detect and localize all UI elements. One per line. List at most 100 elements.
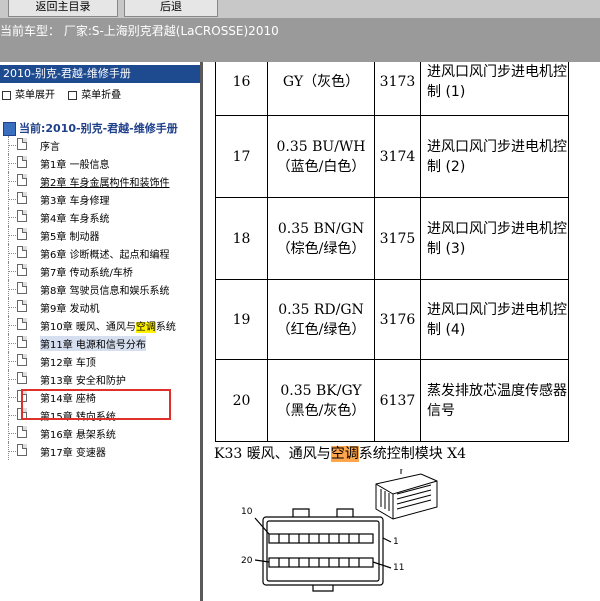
sidebar-tools: 菜单展开 菜单折叠 <box>2 86 131 101</box>
circuit-cell: 6137 <box>374 359 421 442</box>
connector-caption: K33 暖风、通风与空调系统控制模块 X4 <box>214 446 467 462</box>
function-cell: 进风口风门步进电机控制 (3) <box>420 197 569 280</box>
tree-item-ch13[interactable]: 第13章 安全和防护 <box>0 370 200 388</box>
model-bar: 当前车型： 厂家:S-上海别克君越(LaCROSSE)2010 <box>0 18 600 62</box>
tree-item-label: 第7章 传动系统/车桥 <box>40 268 133 279</box>
page-icon <box>17 228 27 240</box>
table-row: 17 0.35 BU/WH（蓝色/白色） 3174 进风口风门步进电机控制 (2… <box>215 115 569 198</box>
tree-root[interactable]: 当前:2010-别克-君越-维修手册 <box>3 120 178 136</box>
pin-label-10: 10 <box>241 507 253 517</box>
pin-row-top <box>268 533 374 544</box>
sidebar-title: 2010-别克-君越-维修手册 <box>0 65 200 83</box>
tree-item-label: 序言 <box>40 142 60 153</box>
search-highlight: 空调 <box>135 322 156 333</box>
pin-row-bottom <box>268 557 374 568</box>
expand-icon <box>2 90 11 100</box>
function-cell: 蒸发排放芯温度传感器信号 <box>420 359 569 442</box>
tree-item-ch5[interactable]: 第5章 制动器 <box>0 226 200 244</box>
wire-cell: 0.35 BN/GN（棕色/绿色） <box>267 197 375 280</box>
page-icon <box>17 174 27 186</box>
pin-label-11: 11 <box>393 563 404 573</box>
page-icon <box>17 156 27 168</box>
tree-item-label: 第17章 变速器 <box>40 448 106 459</box>
menu-expand-button[interactable]: 菜单展开 <box>2 90 55 101</box>
page-icon <box>17 192 27 204</box>
tree-item-ch16[interactable]: 第16章 悬架系统 <box>0 424 200 442</box>
page-icon <box>17 372 27 384</box>
tree-item-label: 第5章 制动器 <box>40 232 100 243</box>
back-button[interactable]: 后退 <box>124 0 218 17</box>
page-icon <box>17 300 27 312</box>
menu-collapse-label: 菜单折叠 <box>81 90 122 101</box>
circuit-cell: 3175 <box>374 197 421 280</box>
tree-item-label: 第4章 车身系统 <box>40 214 110 225</box>
tree-root-label: 当前:2010-别克-君越-维修手册 <box>19 122 178 135</box>
circuit-cell: 3176 <box>374 279 421 360</box>
document-content: 16 GY（灰色） 3173 进风口风门步进电机控制 (1) 17 0.35 B… <box>203 62 600 601</box>
pin-label-1: 1 <box>393 537 399 547</box>
tree-item-label: 第9章 发动机 <box>40 304 100 315</box>
pin-cell: 18 <box>215 197 268 280</box>
function-cell: 进风口风门步进电机控制 (4) <box>420 279 569 360</box>
pin-cell: 16 <box>215 62 268 116</box>
tree-item-label: 第8章 驾驶员信息和娱乐系统 <box>40 286 170 297</box>
pin-cell: 20 <box>215 359 268 442</box>
tree-item-ch2[interactable]: 第2章 车身金属构件和装饰件 <box>0 172 200 190</box>
top-toolbar: 返回主目录 后退 <box>0 0 600 18</box>
tree-item-label: 第1章 一般信息 <box>40 160 110 171</box>
page-icon <box>17 354 27 366</box>
tree-item-ch7[interactable]: 第7章 传动系统/车桥 <box>0 262 200 280</box>
tree-item-ch11[interactable]: 第11章 电源和信号分布 <box>0 334 200 352</box>
table-row: 16 GY（灰色） 3173 进风口风门步进电机控制 (1) <box>215 62 569 116</box>
selection-highlight-box <box>21 389 171 420</box>
connector-3d-view <box>375 469 438 520</box>
tree-item-ch6[interactable]: 第6章 诊断概述、起点和编程 <box>0 244 200 262</box>
sidebar: 2010-别克-君越-维修手册 菜单展开 菜单折叠 当前:2010-别克-君越-… <box>0 62 203 601</box>
pin-label-20: 20 <box>241 556 253 566</box>
wire-cell: GY（灰色） <box>267 62 375 116</box>
tree-item-ch9[interactable]: 第9章 发动机 <box>0 298 200 316</box>
tree-item-label: 第10章 暖风、通风与空调系统 <box>40 322 176 333</box>
circuit-cell: 3173 <box>374 62 421 116</box>
menu-expand-label: 菜单展开 <box>15 90 55 101</box>
function-cell: 进风口风门步进电机控制 (2) <box>420 115 569 198</box>
tree-item-ch3[interactable]: 第3章 车身修理 <box>0 190 200 208</box>
tree-item-ch4[interactable]: 第4章 车身系统 <box>0 208 200 226</box>
circuit-cell: 3174 <box>374 115 421 198</box>
page-icon <box>17 246 27 258</box>
table-row: 19 0.35 RD/GN（红色/绿色） 3176 进风口风门步进电机控制 (4… <box>215 279 569 360</box>
tree-item-ch1[interactable]: 第1章 一般信息 <box>0 154 200 172</box>
tree-item-ch10[interactable]: 第10章 暖风、通风与空调系统 <box>0 316 200 334</box>
tree-item-ch12[interactable]: 第12章 车顶 <box>0 352 200 370</box>
pin-table: 16 GY（灰色） 3173 进风口风门步进电机控制 (1) 17 0.35 B… <box>215 62 569 442</box>
page-icon <box>17 282 27 294</box>
search-highlight: 空调 <box>330 446 359 462</box>
pin-cell: 19 <box>215 279 268 360</box>
pin-cell: 17 <box>215 115 268 198</box>
tree-item-label: 第16章 悬架系统 <box>40 430 116 441</box>
page-icon <box>17 210 27 222</box>
wire-cell: 0.35 RD/GN（红色/绿色） <box>267 279 375 360</box>
tree-item-label: 第11章 电源和信号分布 <box>40 336 146 351</box>
wire-cell: 0.35 BU/WH（蓝色/白色） <box>267 115 375 198</box>
collapse-icon <box>68 90 78 100</box>
tree-item-label: 第12章 车顶 <box>40 358 96 369</box>
menu-collapse-button[interactable]: 菜单折叠 <box>68 90 121 101</box>
book-icon <box>3 122 16 136</box>
tree-item-label: 第2章 车身金属构件和装饰件 <box>40 178 170 189</box>
tree-item-ch8[interactable]: 第8章 驾驶员信息和娱乐系统 <box>0 280 200 298</box>
tree-item-preface[interactable]: 序言 <box>0 136 200 154</box>
tree-item-label: 第3章 车身修理 <box>40 196 110 207</box>
page-icon <box>17 444 27 456</box>
page-icon <box>17 426 27 438</box>
page-icon <box>17 264 27 276</box>
tree-item-label: 第13章 安全和防护 <box>40 376 126 387</box>
tree-item-ch17[interactable]: 第17章 变速器 <box>0 442 200 460</box>
page-icon <box>17 318 27 330</box>
table-row: 20 0.35 BK/GY（黑色/灰色） 6137 蒸发排放芯温度传感器信号 <box>215 359 569 442</box>
page-icon <box>17 336 27 348</box>
function-cell: 进风口风门步进电机控制 (1) <box>420 62 569 116</box>
wire-cell: 0.35 BK/GY（黑色/灰色） <box>267 359 375 442</box>
tree-item-label: 第6章 诊断概述、起点和编程 <box>40 250 170 261</box>
return-main-button[interactable]: 返回主目录 <box>8 0 118 17</box>
